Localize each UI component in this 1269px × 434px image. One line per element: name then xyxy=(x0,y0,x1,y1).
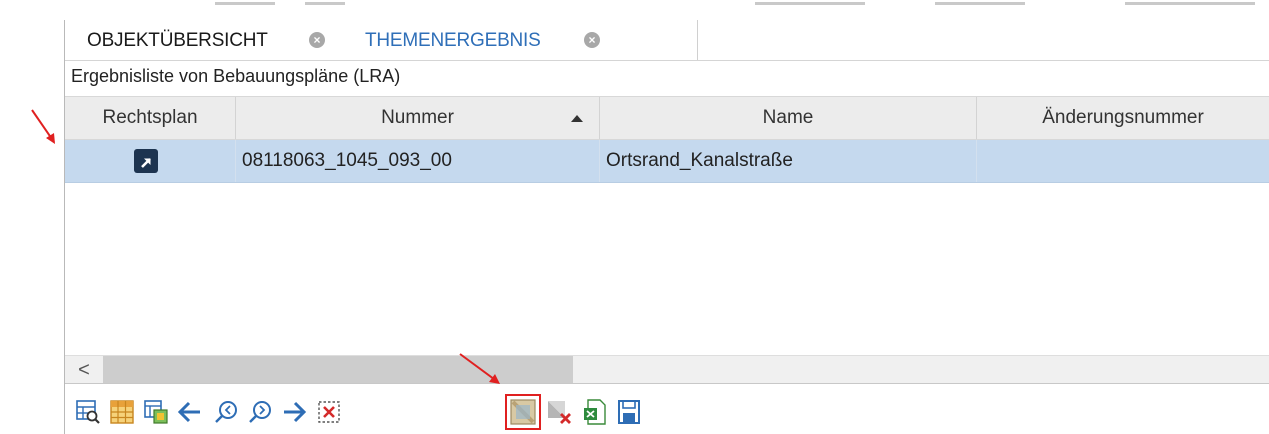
tab-objektuebersicht[interactable]: OBJEKTÜBERSICHT xyxy=(87,30,268,52)
cropped-top-content xyxy=(65,0,1269,8)
annotation-arrow-toolbar xyxy=(459,353,500,384)
close-tab-themenergebnis-icon[interactable]: × xyxy=(584,32,600,48)
grid-header: Rechtsplan Nummer Name Änderungsnummer xyxy=(65,96,1269,140)
table-layers-icon[interactable] xyxy=(142,398,170,426)
excel-export-icon[interactable] xyxy=(581,398,609,426)
tab-bar: OBJEKTÜBERSICHT × THEMENERGEBNIS × xyxy=(65,20,1269,61)
sort-ascending-icon xyxy=(571,115,583,122)
result-list-title: Ergebnisliste von Bebauungspläne (LRA) xyxy=(71,66,401,86)
arrow-left-icon[interactable] xyxy=(176,398,204,426)
table-grid-icon[interactable] xyxy=(108,398,136,426)
divider xyxy=(65,383,1269,384)
close-tab-objektuebersicht-icon[interactable]: × xyxy=(309,32,325,48)
table-search-icon[interactable] xyxy=(74,398,102,426)
cell-name: Ortsrand_Kanalstraße xyxy=(600,140,977,182)
column-header-nummer[interactable]: Nummer xyxy=(236,97,600,139)
zoom-in-icon[interactable] xyxy=(246,398,274,426)
arrow-right-icon[interactable] xyxy=(280,398,308,426)
open-rechtsplan-icon[interactable] xyxy=(134,149,158,173)
horizontal-scrollbar[interactable]: < xyxy=(65,355,1269,384)
cell-rechtsplan xyxy=(65,140,236,182)
zoom-out-icon[interactable] xyxy=(212,398,240,426)
column-header-rechtsplan[interactable]: Rechtsplan xyxy=(65,97,236,139)
tab-divider xyxy=(697,20,698,60)
cell-aenderungsnummer xyxy=(977,140,1269,182)
save-icon[interactable] xyxy=(615,398,643,426)
scroll-left-button[interactable]: < xyxy=(69,356,99,384)
cell-nummer: 08118063_1045_093_00 xyxy=(236,140,600,182)
table-row[interactable]: 08118063_1045_093_00 Ortsrand_Kanalstraß… xyxy=(65,140,1269,183)
tab-themenergebnis[interactable]: THEMENERGEBNIS xyxy=(365,30,541,52)
map-select-icon[interactable] xyxy=(505,394,541,430)
annotation-arrow-row xyxy=(31,109,55,144)
clear-selection-icon[interactable] xyxy=(315,398,343,426)
map-deselect-icon[interactable] xyxy=(545,398,573,426)
column-header-name[interactable]: Name xyxy=(600,97,977,139)
column-header-aenderungsnummer[interactable]: Änderungsnummer xyxy=(977,97,1269,139)
